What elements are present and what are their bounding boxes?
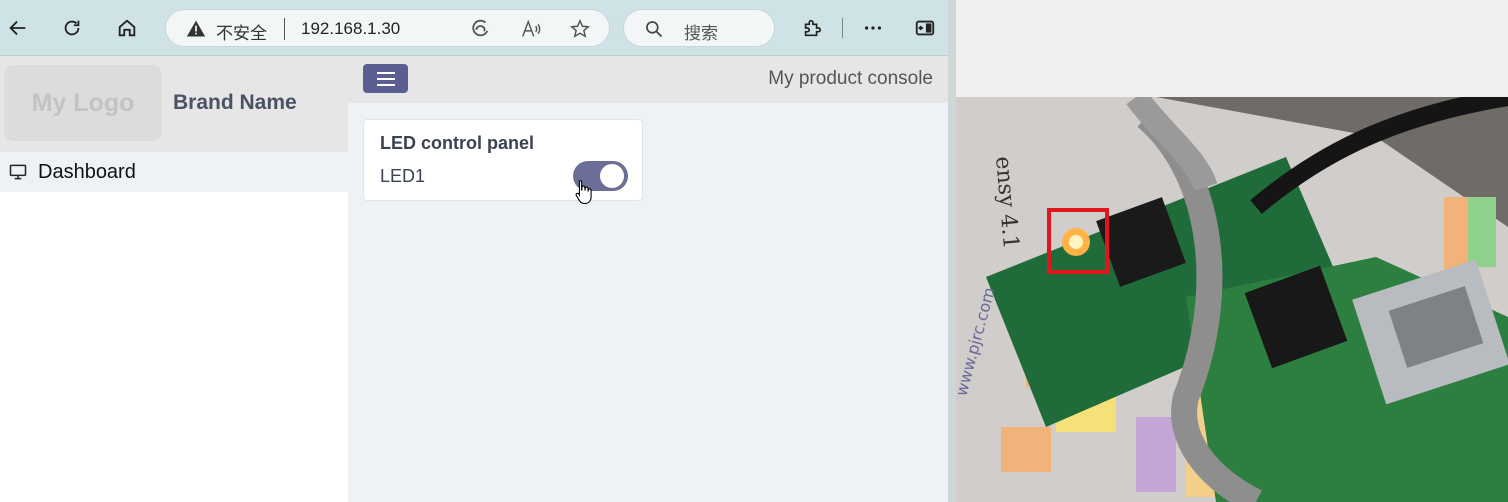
window-divider (948, 0, 956, 502)
browser-toolbar: 不安全 192.168.1.30 搜索 (0, 0, 950, 56)
top-bar: My product console (348, 56, 948, 103)
sidebar-panel-icon (915, 20, 935, 36)
menu-toggle-button[interactable] (363, 64, 408, 93)
back-button[interactable] (2, 12, 34, 44)
url-text[interactable]: 192.168.1.30 (301, 19, 400, 39)
camera-window: www.pjrc.com ensy 4.1 (956, 0, 1508, 502)
toolbar-separator (842, 18, 843, 38)
address-bar[interactable]: 不安全 192.168.1.30 (165, 9, 610, 47)
sidebar-item-dashboard[interactable]: Dashboard (0, 152, 348, 192)
brand-name: Brand Name (173, 91, 297, 114)
sidebar-item-label: Dashboard (38, 160, 136, 183)
read-aloud-icon[interactable] (520, 18, 542, 40)
extensions-button[interactable] (796, 12, 828, 44)
brand-header: My Logo Brand Name (0, 56, 348, 152)
search-icon (646, 21, 663, 38)
search-box[interactable]: 搜索 (623, 9, 775, 47)
address-separator (284, 18, 285, 40)
app-sidebar: My Logo Brand Name Dashboard (0, 56, 348, 502)
favorite-star-icon[interactable] (569, 18, 591, 40)
security-label[interactable]: 不安全 (216, 19, 267, 44)
toggle-knob (600, 164, 624, 188)
hand-pointer-icon (575, 179, 592, 205)
led1-label: LED1 (380, 166, 426, 186)
page-title: My product console (768, 68, 933, 89)
monitor-icon (9, 164, 27, 180)
ellipsis-icon (864, 26, 882, 30)
led-control-card: LED control panel LED1 (363, 119, 643, 201)
main-content: My product console LED control panel LED… (348, 56, 948, 502)
camera-feed-image: www.pjrc.com ensy 4.1 (956, 97, 1508, 502)
home-icon (118, 19, 136, 37)
more-options-button[interactable] (857, 12, 889, 44)
hamburger-menu-icon (376, 71, 395, 86)
card-title: LED control panel (380, 133, 535, 153)
back-arrow-icon (9, 20, 26, 36)
puzzle-icon (804, 19, 822, 37)
edge-icon[interactable] (469, 18, 491, 40)
home-button[interactable] (111, 12, 143, 44)
sidebar-toggle-button[interactable] (909, 12, 941, 44)
warning-icon[interactable] (186, 19, 206, 39)
search-placeholder[interactable]: 搜索 (684, 19, 718, 44)
refresh-button[interactable] (56, 12, 88, 44)
browser-window: 不安全 192.168.1.30 搜索 My Logo Brand Name D… (0, 0, 950, 502)
logo[interactable]: My Logo (4, 65, 162, 141)
refresh-icon (64, 20, 80, 36)
